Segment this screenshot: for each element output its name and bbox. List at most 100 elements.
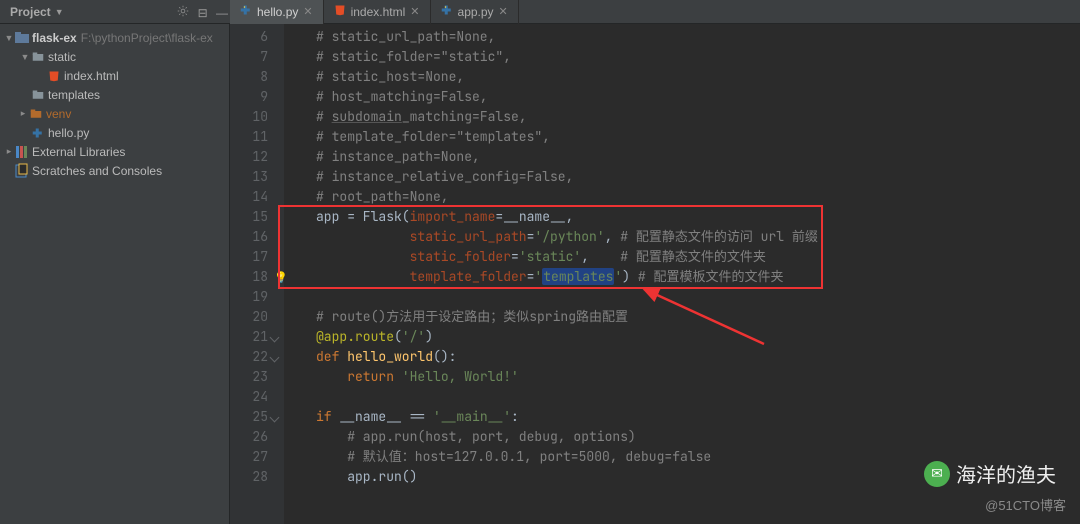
tab-hello-py[interactable]: hello.py ✕ (230, 0, 324, 24)
line-number[interactable]: 20 (230, 307, 268, 327)
code-text: # static_host=None, (316, 68, 464, 85)
line-number[interactable]: 23 (230, 367, 268, 387)
line-number[interactable]: 26 (230, 427, 268, 447)
code-text: # template_folder="templates", (316, 128, 550, 145)
tree-path: F:\pythonProject\flask-ex (81, 31, 213, 45)
code-text: static_url_path='/python', # 配置静态文件的访问 u… (316, 227, 1080, 247)
toolwindow-toolbar: ⊟ — (175, 3, 230, 21)
line-number[interactable]: 19 (230, 287, 268, 307)
tree-label: flask-ex (32, 31, 77, 45)
code-text: # instance_relative_config=False, (316, 168, 573, 185)
venv-folder-icon (28, 108, 44, 120)
line-gutter: 6 7 8 9 10 11 12 13 14 15 16 17 18 19 20… (230, 24, 284, 524)
html-file-icon (334, 4, 346, 19)
code-area[interactable]: # static_url_path=None, # static_folder=… (284, 24, 1080, 524)
code-text: # static_url_path=None, (316, 28, 495, 45)
code-text: app.run() (316, 468, 417, 485)
python-file-icon (240, 4, 252, 19)
divider-icon: ⊟ (195, 5, 211, 21)
code-text: # app.run(host, port, debug, options) (316, 428, 636, 445)
code-editor[interactable]: 6 7 8 9 10 11 12 13 14 15 16 17 18 19 20… (230, 24, 1080, 524)
html-file-icon (46, 70, 62, 82)
tree-folder-templates[interactable]: templates (0, 85, 229, 104)
code-text: static_folder='static', # 配置静态文件的文件夹 (316, 247, 1080, 267)
line-number[interactable]: 13 (230, 167, 268, 187)
code-text: return 'Hello, World!' (316, 367, 1080, 387)
folder-icon (30, 51, 46, 63)
line-number[interactable]: 27 (230, 447, 268, 467)
project-tree[interactable]: ▼ flask-ex F:\pythonProject\flask-ex ▼ s… (0, 24, 230, 524)
tree-folder-static[interactable]: ▼ static (0, 47, 229, 66)
tree-label: External Libraries (32, 145, 125, 159)
toolwindow-title[interactable]: Project (10, 5, 51, 19)
gear-icon[interactable] (175, 3, 191, 19)
code-text: # route()方法用于设定路由；类似spring路由配置 (316, 308, 628, 325)
libraries-icon (14, 144, 30, 160)
line-number[interactable]: 21 (230, 327, 268, 347)
line-number[interactable]: 10 (230, 107, 268, 127)
line-number[interactable]: 11 (230, 127, 268, 147)
tab-index-html[interactable]: index.html ✕ (324, 0, 431, 24)
python-file-icon (441, 4, 453, 19)
toolwindow-header: Project ▼ ⊟ — (0, 3, 230, 21)
scratches-icon (14, 163, 30, 179)
code-text: template_folder='templates') # 配置模板文件的文件… (316, 267, 1080, 287)
code-text: # host_matching=False, (316, 88, 488, 105)
tree-external-libraries[interactable]: ▸ External Libraries (0, 142, 229, 161)
line-number[interactable]: 16 (230, 227, 268, 247)
expand-icon[interactable]: ▸ (4, 146, 14, 157)
code-text: # subdomain_matching=False, (316, 108, 527, 125)
expand-icon[interactable]: ▸ (18, 108, 28, 119)
minimize-icon[interactable]: — (214, 5, 230, 21)
close-icon[interactable]: ✕ (499, 5, 508, 18)
project-folder-icon (14, 30, 30, 46)
line-number[interactable]: 24 (230, 387, 268, 407)
line-number[interactable]: 6 (230, 27, 268, 47)
top-bar: Project ▼ ⊟ — hello.py ✕ index.html ✕ (0, 0, 1080, 24)
line-number[interactable]: 14 (230, 187, 268, 207)
tab-label: hello.py (257, 5, 298, 19)
code-text: def hello_world(): (316, 347, 1080, 367)
tab-app-py[interactable]: app.py ✕ (431, 0, 519, 24)
line-number[interactable]: 8 (230, 67, 268, 87)
code-text: # instance_path=None, (316, 148, 480, 165)
line-number[interactable]: 25 (230, 407, 268, 427)
tree-label: hello.py (48, 126, 89, 140)
code-text: # 默认值：host=127.0.0.1, port=5000, debug=f… (316, 448, 711, 465)
close-icon[interactable]: ✕ (303, 5, 312, 18)
tree-label: index.html (64, 69, 119, 83)
close-icon[interactable]: ✕ (410, 5, 419, 18)
expand-icon[interactable]: ▼ (20, 52, 30, 62)
line-number[interactable]: 12 (230, 147, 268, 167)
line-number[interactable]: 17 (230, 247, 268, 267)
tree-label: venv (46, 107, 71, 121)
expand-icon[interactable]: ▼ (4, 33, 14, 43)
dropdown-caret-icon[interactable]: ▼ (55, 7, 64, 17)
tab-label: index.html (351, 5, 406, 19)
tree-file-index-html[interactable]: index.html (0, 66, 229, 85)
code-text: if __name__ == '__main__': (316, 407, 1080, 427)
tree-root[interactable]: ▼ flask-ex F:\pythonProject\flask-ex (0, 28, 229, 47)
code-text: # static_folder="static", (316, 48, 511, 65)
line-number[interactable]: 9 (230, 87, 268, 107)
tree-label: templates (48, 88, 100, 102)
code-text: app = Flask(import_name=__name__, (316, 207, 1080, 227)
tree-label: static (48, 50, 76, 64)
tree-scratches[interactable]: Scratches and Consoles (0, 161, 229, 180)
editor-tabs: hello.py ✕ index.html ✕ app.py ✕ (230, 0, 519, 24)
python-file-icon (30, 127, 46, 139)
main-area: ▼ flask-ex F:\pythonProject\flask-ex ▼ s… (0, 24, 1080, 524)
folder-icon (30, 89, 46, 101)
ide-root: Project ▼ ⊟ — hello.py ✕ index.html ✕ (0, 0, 1080, 524)
line-number[interactable]: 28 (230, 467, 268, 487)
tab-label: app.py (458, 5, 494, 19)
line-number[interactable]: 7 (230, 47, 268, 67)
tree-folder-venv[interactable]: ▸ venv (0, 104, 229, 123)
code-text: # root_path=None, (316, 188, 449, 205)
line-number[interactable]: 18 (230, 267, 268, 287)
line-number[interactable]: 22 (230, 347, 268, 367)
tree-label: Scratches and Consoles (32, 164, 162, 178)
line-number[interactable]: 15 (230, 207, 268, 227)
code-text: @app.route('/') (316, 327, 1080, 347)
tree-file-hello-py[interactable]: hello.py (0, 123, 229, 142)
